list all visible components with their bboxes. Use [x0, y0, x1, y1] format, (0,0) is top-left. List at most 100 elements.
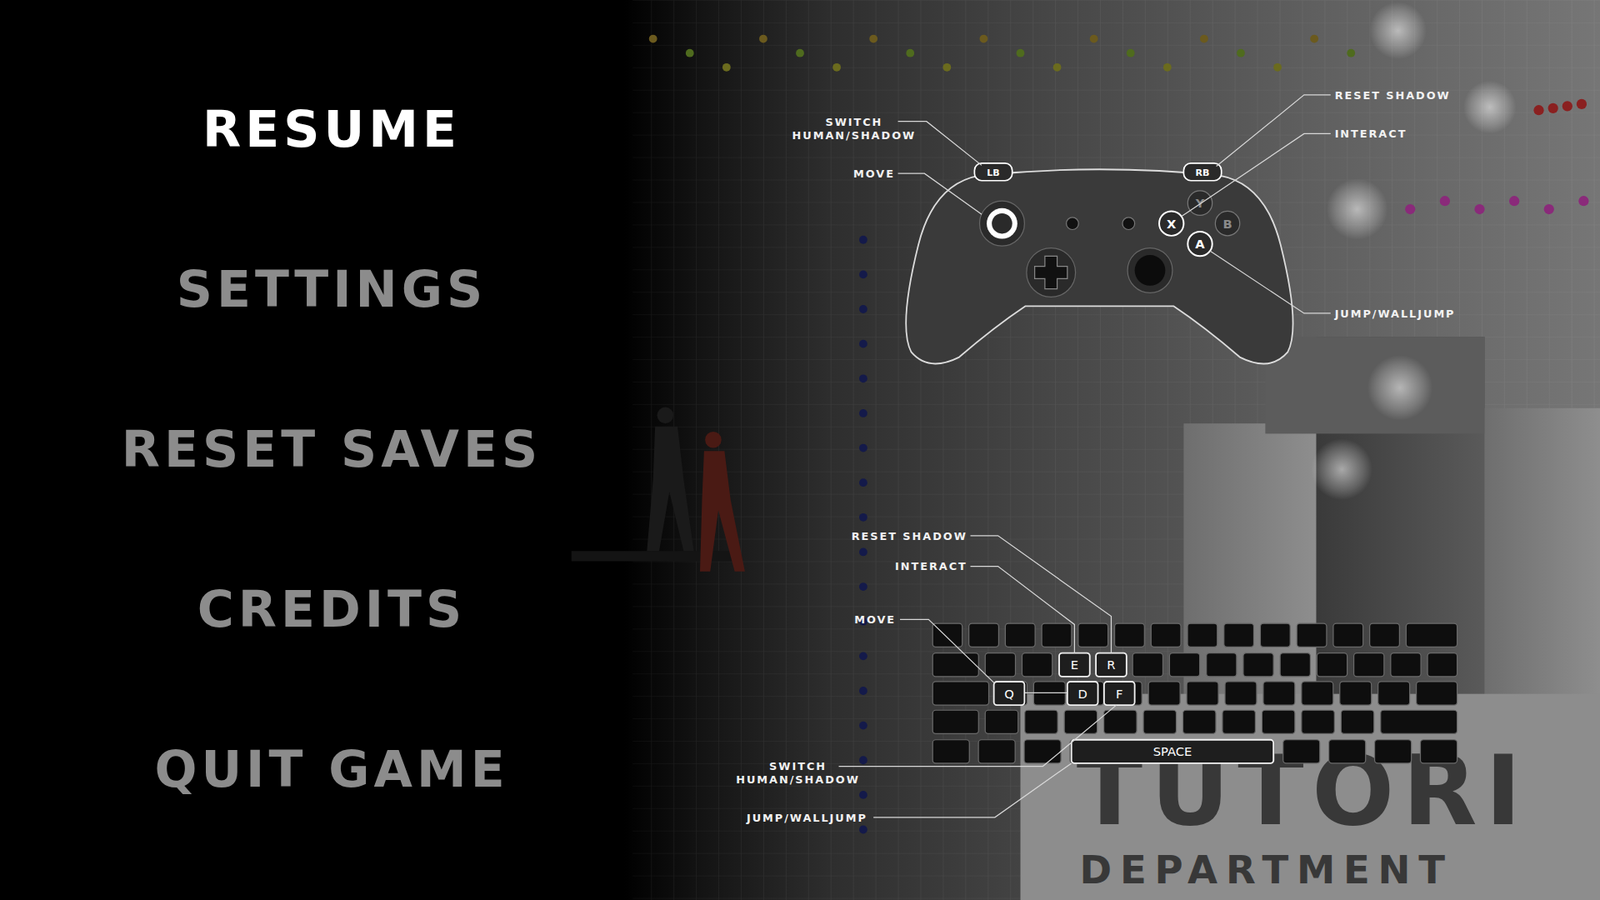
- light-dot: [859, 340, 868, 349]
- keyboard-key: [1041, 623, 1072, 647]
- light-dot: [1578, 195, 1589, 206]
- callout-line: INTERACT: [1335, 127, 1408, 140]
- face-label: B: [1222, 216, 1232, 231]
- callout-label: INTERACT: [895, 560, 968, 573]
- keyboard-key: [1263, 681, 1295, 705]
- light-dot: [1346, 49, 1355, 58]
- leader-line: [1210, 250, 1330, 314]
- keyboard-callout: SWITCHHUMAN/SHADOW: [735, 705, 1116, 786]
- keyboard-key: [1296, 623, 1327, 647]
- keyboard-key: [1380, 710, 1458, 734]
- keyboard-key: [969, 623, 1000, 647]
- face-label: A: [1195, 236, 1205, 251]
- light-dot: [1405, 204, 1415, 215]
- light-dot: [859, 235, 868, 245]
- keyboard-key: [1375, 740, 1412, 764]
- menu-item[interactable]: SETTINGS: [0, 209, 664, 370]
- bumper-button: RB: [1183, 163, 1221, 181]
- light-dot: [859, 444, 868, 453]
- key-label: SPACE: [1153, 744, 1193, 759]
- keyboard-key: [1182, 710, 1215, 734]
- keyboard-key: [1283, 740, 1320, 764]
- light-dot: [869, 35, 878, 44]
- controller-diagram: LBRBYXBASWITCHHUMAN/SHADOWMOVERESET SHAD…: [792, 89, 1456, 365]
- callout-line: MOVE: [853, 167, 895, 180]
- keyboard-key: [1427, 653, 1458, 677]
- callout-line: HUMAN/SHADOW: [735, 773, 860, 786]
- callout-label: RESET SHADOW: [1335, 89, 1451, 102]
- keyboard-callout: INTERACT: [895, 560, 1075, 653]
- light-dot: [1273, 63, 1282, 72]
- light-dot: [649, 35, 658, 44]
- keyboard-key: [932, 681, 989, 705]
- pause-menu: RESUMESETTINGSRESET SAVESCREDITSQUIT GAM…: [0, 0, 664, 900]
- menu-item[interactable]: QUIT GAME: [0, 689, 664, 850]
- keyboard-callout: JUMP/WALLJUMP: [745, 763, 1072, 825]
- view-button: [1066, 217, 1080, 230]
- bokeh-light: [1367, 355, 1433, 420]
- keyboard-key: [1243, 653, 1274, 677]
- keyboard-key: [1301, 710, 1335, 734]
- callout-label: INTERACT: [1335, 127, 1408, 140]
- light-dot: [859, 790, 868, 800]
- light-dot: [1509, 195, 1520, 206]
- leader-line: [970, 566, 1075, 654]
- light-dot: [859, 513, 868, 522]
- keyboard-key: [1301, 681, 1334, 705]
- key-label: R: [1106, 657, 1115, 672]
- controller-callout: JUMP/WALLJUMP: [1210, 250, 1455, 320]
- keyboard-key: [1354, 653, 1385, 677]
- leader-line: [1024, 692, 1067, 694]
- callout-line: SWITCH: [825, 115, 883, 129]
- keyboard-key: [1005, 623, 1035, 647]
- key-label: F: [1115, 686, 1123, 701]
- keyboard-key: [1340, 710, 1374, 734]
- light-dot: [859, 825, 868, 835]
- wall-grid: [632, 0, 1600, 900]
- dpad: [1026, 248, 1076, 298]
- callout-label: JUMP/WALLJUMP: [745, 811, 868, 825]
- light-dot: [1236, 49, 1245, 58]
- callout-label: JUMP/WALLJUMP: [1334, 307, 1456, 320]
- light-dot: [1440, 195, 1450, 206]
- keyboard-key: [1095, 653, 1126, 677]
- menu-item[interactable]: RESUME: [0, 49, 664, 210]
- light-dot: [859, 582, 868, 591]
- sign-subtitle: DEPARTMENT: [1080, 847, 1454, 893]
- keyboard-key: [1024, 740, 1061, 764]
- light-dot: [1053, 63, 1062, 72]
- menu-item[interactable]: RESET SAVES: [0, 369, 664, 530]
- light-dot: [1310, 35, 1319, 44]
- light-dot: [795, 49, 805, 58]
- leader-line: [898, 173, 982, 215]
- callout-label: MOVE: [853, 167, 895, 180]
- face-button: X: [1159, 210, 1184, 235]
- light-dot: [980, 35, 989, 44]
- controller-icon: [905, 169, 1293, 364]
- pause-screen: TUTORIDEPARTMENTLBRBYXBASWITCHHUMAN/SHAD…: [0, 0, 1600, 900]
- light-dot: [1576, 99, 1587, 110]
- controller-callout: INTERACT: [1181, 127, 1407, 216]
- keyboard-key: [1059, 653, 1090, 677]
- keyboard-diagram: ERQDFSPACERESET SHADOWINTERACTMOVESWITCH…: [735, 530, 1457, 825]
- face-label: Y: [1195, 195, 1205, 210]
- light-dot: [1474, 204, 1485, 215]
- leader-line: [970, 535, 1111, 654]
- menu-item[interactable]: CREDITS: [0, 529, 664, 690]
- keyboard-key: [1390, 653, 1421, 677]
- leader-line: [900, 619, 995, 684]
- keyboard-key: [1078, 623, 1109, 647]
- keyboard-key: [1280, 653, 1310, 677]
- callout-line: HUMAN/SHADOW: [792, 129, 917, 142]
- keyboard-key: [1186, 681, 1219, 705]
- face-button: A: [1187, 231, 1212, 256]
- controller-callout: RESET SHADOW: [1216, 89, 1451, 167]
- light-dot: [1016, 49, 1025, 58]
- light-dot: [859, 651, 868, 660]
- keyboard-key: [932, 710, 979, 734]
- keyboard-key: [1416, 681, 1458, 705]
- keyboard-key: [1132, 653, 1163, 677]
- light-dot: [832, 63, 841, 72]
- keyboard-key: [1064, 710, 1097, 734]
- leader-line: [1216, 95, 1331, 167]
